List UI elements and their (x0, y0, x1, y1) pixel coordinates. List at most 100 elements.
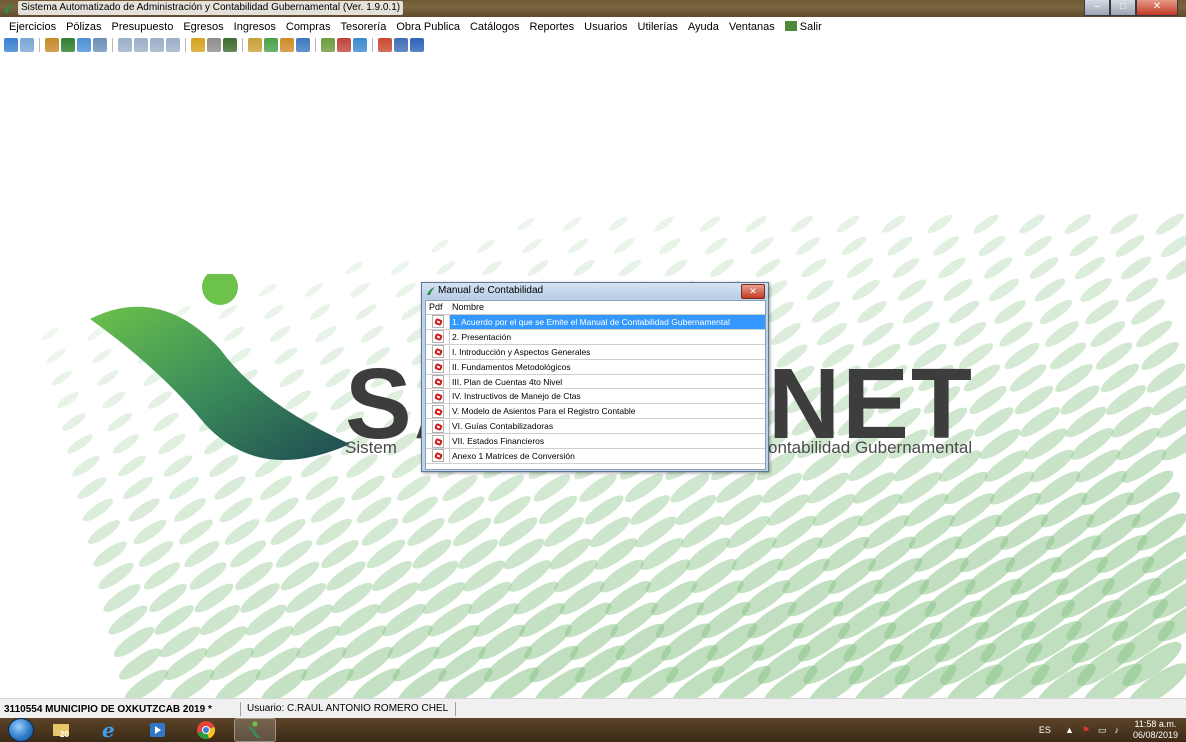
menu-salir[interactable]: Salir (780, 18, 827, 36)
background-dash (1034, 278, 1066, 302)
toolbar-button-icon[interactable] (93, 38, 107, 52)
pdf-icon[interactable] (431, 330, 444, 344)
toolbar-separator (39, 38, 40, 52)
background-dash (983, 257, 1013, 279)
pdf-cell[interactable] (426, 360, 449, 374)
pdf-icon[interactable] (431, 449, 444, 463)
menu-egresos[interactable]: Egresos (178, 18, 228, 36)
toolbar-button-icon[interactable] (394, 38, 408, 52)
menu-utilerias[interactable]: Utilerías (633, 18, 683, 36)
pdf-icon[interactable] (431, 389, 444, 403)
menu-compras[interactable]: Compras (281, 18, 336, 36)
pdf-cell[interactable] (426, 419, 449, 433)
toolbar-button-icon[interactable] (118, 38, 132, 52)
toolbar-button-icon[interactable] (191, 38, 205, 52)
pdf-icon[interactable] (431, 434, 444, 448)
action-center-flag-icon[interactable]: ⚑ (1082, 725, 1090, 736)
taskbar-media-player[interactable] (138, 719, 178, 741)
pdf-cell[interactable] (426, 345, 449, 359)
background-dash (771, 322, 801, 346)
clock[interactable]: 11:58 a.m. 06/08/2019 (1133, 719, 1178, 741)
show-hidden-icons-icon[interactable]: ▲ (1065, 725, 1074, 735)
toolbar-button-icon[interactable] (45, 38, 59, 52)
pdf-icon[interactable] (431, 360, 444, 374)
dialog-title-bar[interactable]: Manual de Contabilidad ✕ (422, 283, 768, 299)
toolbar-button-icon[interactable] (410, 38, 424, 52)
pdf-cell[interactable] (426, 375, 449, 389)
toolbar-button-icon[interactable] (264, 38, 278, 52)
pdf-icon[interactable] (431, 404, 444, 418)
menu-obra-publica[interactable]: Obra Publica (391, 18, 465, 36)
menu-presupuesto[interactable]: Presupuesto (107, 18, 179, 36)
taskbar-chrome[interactable] (186, 719, 226, 741)
brand-subtitle-left: Sistem (345, 438, 397, 457)
taskbar-internet-explorer[interactable]: e (90, 719, 130, 741)
toolbar-button-icon[interactable] (353, 38, 367, 52)
toolbar-button-icon[interactable] (280, 38, 294, 52)
manual-row[interactable]: 2. Presentación (426, 329, 765, 345)
toolbar-button-icon[interactable] (248, 38, 262, 52)
pdf-icon[interactable] (431, 419, 444, 433)
toolbar-button-icon[interactable] (150, 38, 164, 52)
manual-grid[interactable]: Pdf Nombre 1. Acuerdo por el que se Emit… (425, 300, 766, 470)
menu-ayuda[interactable]: Ayuda (683, 18, 724, 36)
saacg-logo-swoosh-icon (90, 274, 350, 460)
manual-row[interactable]: 1. Acuerdo por el que se Emite el Manual… (426, 315, 765, 330)
manual-row[interactable]: V. Modelo de Asientos Para el Registro C… (426, 404, 765, 420)
taskbar-saacg[interactable] (234, 718, 276, 742)
menu-ventanas[interactable]: Ventanas (724, 18, 780, 36)
dialog-close-button[interactable]: ✕ (741, 284, 765, 299)
title-bar[interactable]: Sistema Automatizado de Administración y… (0, 0, 1186, 17)
toolbar-button-icon[interactable] (61, 38, 75, 52)
manual-row[interactable]: III. Plan de Cuentas 4to Nivel (426, 374, 765, 390)
menu-catalogos[interactable]: Catálogos (465, 18, 525, 36)
toolbar-button-icon[interactable] (321, 38, 335, 52)
minimize-button[interactable]: – (1084, 0, 1110, 16)
maximize-button[interactable]: □ (1110, 0, 1136, 16)
network-icon[interactable]: ▭ (1098, 725, 1107, 736)
toolbar-button-icon[interactable] (337, 38, 351, 52)
menu-tesoreria[interactable]: Tesorería (336, 18, 392, 36)
language-indicator[interactable]: ES (1039, 725, 1051, 735)
menu-polizas[interactable]: Pólizas (61, 18, 106, 36)
menu-reportes[interactable]: Reportes (525, 18, 580, 36)
background-dash (390, 261, 410, 275)
pdf-icon[interactable] (431, 375, 444, 388)
pdf-cell[interactable] (426, 389, 449, 403)
toolbar-button-icon[interactable] (207, 38, 221, 52)
pdf-cell[interactable] (426, 434, 449, 448)
manual-row[interactable]: VII. Estados Financieros (426, 434, 765, 450)
pdf-cell[interactable] (426, 330, 449, 344)
manual-row[interactable]: VI. Guías Contabilizadoras (426, 419, 765, 435)
pdf-cell[interactable] (426, 404, 449, 418)
toolbar-button-icon[interactable] (77, 38, 91, 52)
toolbar-button-icon[interactable] (378, 38, 392, 52)
pdf-icon[interactable] (431, 345, 444, 359)
manual-row[interactable]: Anexo 1 Matrices de Conversión (426, 449, 765, 464)
manual-row-name: VII. Estados Financieros (449, 434, 765, 449)
column-header-nombre[interactable]: Nombre (449, 301, 484, 314)
manual-row-name: V. Modelo de Asientos Para el Registro C… (449, 404, 765, 419)
background-dash (862, 322, 894, 346)
volume-icon[interactable]: ♪ (1114, 725, 1119, 735)
pdf-cell[interactable] (426, 449, 449, 463)
manual-row[interactable]: I. Introducción y Aspectos Generales (426, 344, 765, 360)
toolbar-button-icon[interactable] (20, 38, 34, 52)
menu-ejercicios[interactable]: Ejercicios (4, 18, 61, 36)
start-button[interactable] (8, 718, 34, 742)
column-header-pdf[interactable]: Pdf (426, 301, 449, 314)
taskbar-explorer[interactable]: 20 (42, 719, 82, 741)
toolbar-button-icon[interactable] (296, 38, 310, 52)
toolbar-button-icon[interactable] (223, 38, 237, 52)
toolbar-button-icon[interactable] (166, 38, 180, 52)
pdf-icon[interactable] (431, 315, 444, 329)
manual-row[interactable]: IV. Instructivos de Manejo de Ctas (426, 389, 765, 405)
manual-row[interactable]: II. Fundamentos Metodológicos (426, 359, 765, 375)
menu-usuarios[interactable]: Usuarios (579, 18, 632, 36)
toolbar-button-icon[interactable] (134, 38, 148, 52)
pdf-cell[interactable] (426, 315, 449, 329)
menu-ingresos[interactable]: Ingresos (229, 18, 281, 36)
manual-contabilidad-dialog[interactable]: Manual de Contabilidad ✕ Pdf Nombre 1. A… (421, 282, 769, 472)
toolbar-button-icon[interactable] (4, 38, 18, 52)
close-button[interactable]: ✕ (1136, 0, 1178, 16)
